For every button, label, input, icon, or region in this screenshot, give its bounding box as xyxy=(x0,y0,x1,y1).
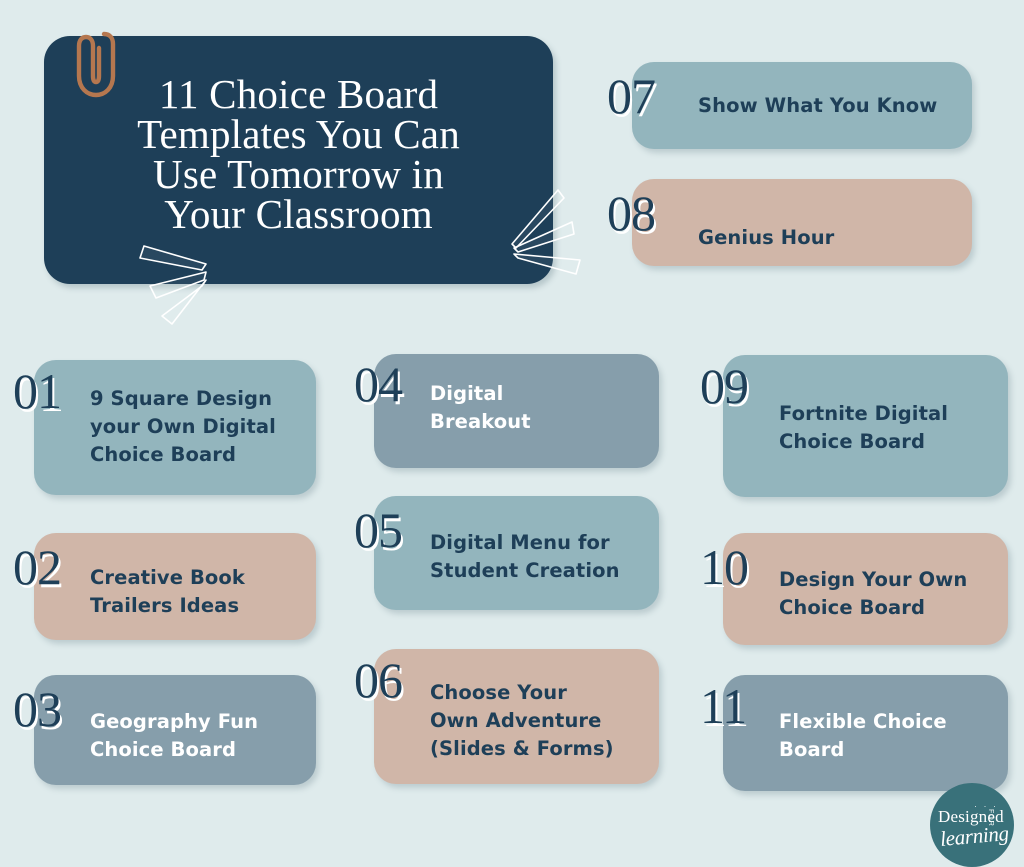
choice-board-card-07[interactable]: 07 Show What You Know xyxy=(607,62,972,149)
choice-board-card-08[interactable]: 08 Genius Hour xyxy=(607,179,972,266)
choice-board-card-01[interactable]: 01 9 Square Design your Own Digital Choic… xyxy=(13,360,316,495)
choice-board-card-02[interactable]: 02 Creative Book Trailers Ideas xyxy=(13,533,316,640)
choice-board-card-10[interactable]: 10 Design Your Own Choice Board xyxy=(700,533,1008,645)
sunburst-rays-left-icon xyxy=(139,245,207,325)
choice-board-card-09[interactable]: 09 Fortnite Digital Choice Board xyxy=(700,355,1008,497)
card-number: 07 xyxy=(607,68,656,124)
page-title: 11 Choice Board Templates You Can Use To… xyxy=(137,71,460,237)
card-number: 05 xyxy=(354,502,403,558)
card-number: 09 xyxy=(700,358,749,414)
infographic-canvas: 11 Choice Board Templates You Can Use To… xyxy=(0,0,1024,867)
card-number: 04 xyxy=(354,356,403,412)
card-label: Geography Fun Choice Board xyxy=(90,710,259,761)
logo-word-learning: learning xyxy=(939,821,1010,851)
card-label: Fortnite Digital Choice Board xyxy=(779,402,949,453)
card-label: Choose Your Own Adventure (Slides & Form… xyxy=(430,681,614,760)
card-number: 03 xyxy=(13,681,62,737)
choice-board-card-05[interactable]: 05 Digital Menu for Student Creation xyxy=(354,496,659,610)
choice-board-card-11[interactable]: 11 Flexible Choice Board xyxy=(700,675,1008,791)
card-label: Creative Book Trailers Ideas xyxy=(90,566,245,617)
paperclip-icon xyxy=(76,31,116,98)
card-label: Flexible Choice Board xyxy=(779,710,947,761)
choice-board-card-04[interactable]: 04 Digital Breakout xyxy=(354,354,659,468)
card-label: Design Your Own Choice Board xyxy=(779,568,968,619)
brand-logo: · · · Designed FOR learning xyxy=(930,783,1014,867)
card-number: 01 xyxy=(13,363,62,419)
choice-board-card-06[interactable]: 06 Choose Your Own Adventure (Slides & Fo… xyxy=(354,649,659,784)
card-number: 06 xyxy=(354,652,403,708)
card-number: 02 xyxy=(13,539,62,595)
card-number: 08 xyxy=(607,185,656,241)
card-label: Show What You Know xyxy=(698,94,938,117)
card-label: Genius Hour xyxy=(698,226,835,249)
header-banner: 11 Choice Board Templates You Can Use To… xyxy=(44,36,581,325)
card-label: Digital Breakout xyxy=(430,382,531,433)
card-label: Digital Menu for Student Creation xyxy=(430,531,620,582)
card-number: 11 xyxy=(700,678,747,734)
choice-board-card-03[interactable]: 03 Geography Fun Choice Board xyxy=(13,675,316,785)
card-label: 9 Square Design your Own Digital Choice … xyxy=(90,387,276,466)
card-number: 10 xyxy=(700,539,749,595)
